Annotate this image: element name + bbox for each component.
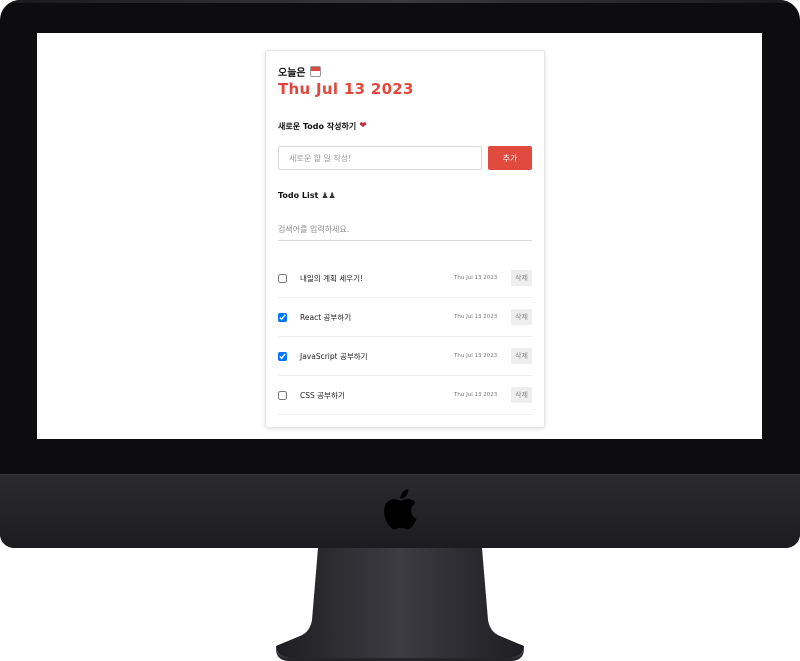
todo-checkbox[interactable] [278, 351, 287, 361]
todo-text: CSS 공부하기 [300, 390, 345, 400]
delete-button[interactable]: 삭제 [511, 387, 532, 403]
editor-title: 새로운 Todo 작성하기 ❤ [278, 121, 367, 132]
editor-title-label: 새로운 Todo 작성하기 [278, 122, 357, 131]
todo-date: Thu Jul 13 2023 [454, 275, 498, 281]
heart-icon: ❤ [359, 121, 367, 131]
todo-item: 내일의 계획 세우기! Thu Jul 13 2023 삭제 [278, 259, 532, 298]
delete-button[interactable]: 삭제 [511, 270, 532, 286]
todo-app-card: 오늘은 Thu Jul 13 2023 새로운 Todo 작성하기 ❤ 추가 T… [265, 50, 545, 428]
imac-frame: 오늘은 Thu Jul 13 2023 새로운 Todo 작성하기 ❤ 추가 T… [0, 0, 800, 548]
search-input[interactable] [278, 219, 532, 241]
todo-list: 내일의 계획 세우기! Thu Jul 13 2023 삭제 React 공부하… [278, 259, 532, 415]
todo-item: JavaScript 공부하기 Thu Jul 13 2023 삭제 [278, 337, 532, 376]
todo-date: Thu Jul 13 2023 [454, 392, 498, 398]
calendar-icon [309, 66, 321, 77]
todo-text: JavaScript 공부하기 [300, 351, 368, 361]
todo-checkbox[interactable] [278, 390, 287, 400]
todo-checkbox[interactable] [278, 273, 287, 283]
apple-logo [384, 489, 417, 530]
list-title-label: Todo List [278, 191, 319, 200]
todo-date: Thu Jul 13 2023 [454, 353, 498, 359]
delete-button[interactable]: 삭제 [511, 309, 532, 325]
new-todo-input[interactable] [278, 146, 482, 170]
imac-stand [276, 548, 524, 661]
today-header: 오늘은 [278, 64, 321, 79]
todo-checkbox[interactable] [278, 312, 287, 322]
people-icon: ♟♟ [321, 190, 336, 200]
list-title: Todo List ♟♟ [278, 191, 336, 200]
todo-text: 내일의 계획 세우기! [300, 273, 363, 283]
add-button[interactable]: 추가 [488, 146, 532, 170]
todo-item: CSS 공부하기 Thu Jul 13 2023 삭제 [278, 376, 532, 415]
todo-date: Thu Jul 13 2023 [454, 314, 498, 320]
todo-text: React 공부하기 [300, 312, 352, 322]
delete-button[interactable]: 삭제 [511, 348, 532, 364]
todo-item: React 공부하기 Thu Jul 13 2023 삭제 [278, 298, 532, 337]
screen: 오늘은 Thu Jul 13 2023 새로운 Todo 작성하기 ❤ 추가 T… [37, 33, 762, 439]
date-title: Thu Jul 13 2023 [278, 80, 414, 98]
today-label: 오늘은 [278, 68, 306, 79]
